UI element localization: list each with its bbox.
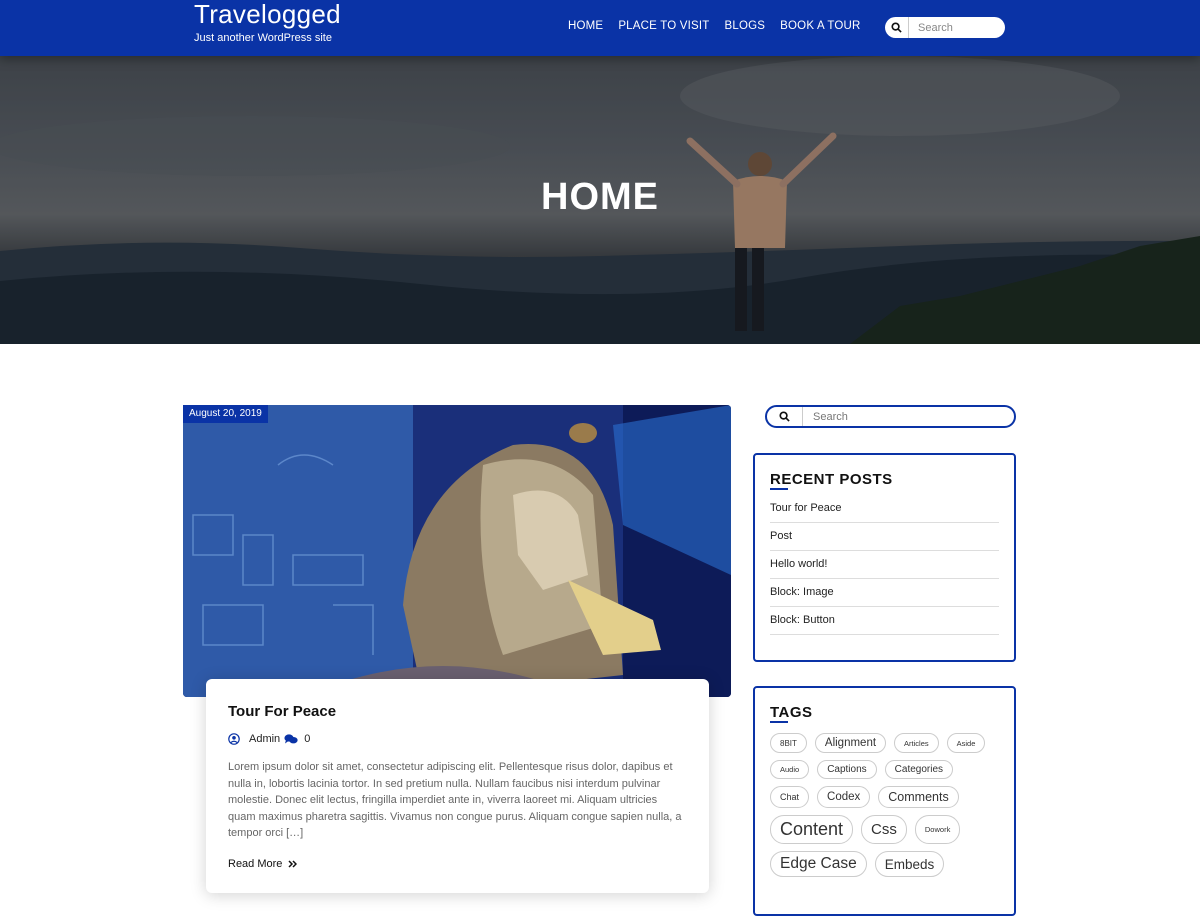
recent-post-link[interactable]: Hello world! — [770, 551, 999, 579]
page-title: HOME — [541, 176, 659, 218]
tag-link[interactable]: Edge Case — [770, 851, 867, 877]
recent-post-link[interactable]: Post — [770, 523, 999, 551]
sidebar-search — [765, 405, 1016, 428]
sphinx-statue-image — [183, 405, 731, 697]
read-more-link[interactable]: Read More — [228, 857, 298, 870]
post-date-badge[interactable]: August 20, 2019 — [183, 405, 268, 423]
tag-link[interactable]: Captions — [817, 760, 877, 779]
post-comment-count[interactable]: 0 — [304, 733, 310, 745]
post-featured-image[interactable] — [183, 405, 731, 697]
recent-post-link[interactable]: Block: Button — [770, 607, 999, 635]
post-meta: Admin 0 — [228, 733, 687, 745]
recent-post-link[interactable]: Block: Image — [770, 579, 999, 607]
tag-link[interactable]: Audio — [770, 760, 810, 779]
tag-link[interactable]: 8BIT — [770, 733, 807, 753]
comments-icon — [284, 733, 298, 745]
tags-widget: TAGS 8BIT Alignment Articles Aside Audio Capt… — [753, 686, 1016, 916]
nav-blogs[interactable]: BLOGS — [725, 20, 766, 32]
search-icon[interactable] — [767, 407, 803, 426]
tag-link[interactable]: Dowork — [914, 815, 961, 844]
recent-post-link[interactable]: Tour for Peace — [770, 496, 999, 523]
sidebar-search-input[interactable] — [803, 410, 1003, 423]
user-icon — [228, 733, 240, 745]
main-nav: HOME PLACE TO VISIT BLOGS BOOK A TOUR — [568, 20, 876, 32]
nav-home[interactable]: HOME — [568, 20, 603, 32]
tag-link[interactable]: Embeds — [874, 851, 945, 877]
tag-link[interactable]: Aside — [946, 733, 986, 753]
post-title[interactable]: Tour For Peace — [228, 703, 687, 720]
tag-cloud: 8BIT Alignment Articles Aside Audio Captions C… — [770, 733, 999, 877]
tag-link[interactable]: Content — [770, 815, 854, 844]
site-header: Travelogged Just another WordPress site … — [0, 0, 1200, 56]
header-search — [885, 17, 1005, 38]
tag-link[interactable]: Codex — [817, 786, 871, 808]
read-more-label: Read More — [228, 857, 283, 870]
hero-banner: HOME — [0, 56, 1200, 344]
post-author[interactable]: Admin — [249, 733, 280, 745]
post-card: Tour For Peace Admin 0 Lorem ipsum dolor… — [206, 679, 709, 893]
tag-link[interactable]: Chat — [770, 786, 810, 808]
tag-link[interactable]: Alignment — [814, 733, 887, 753]
site-description: Just another WordPress site — [194, 32, 332, 44]
tag-link[interactable]: Comments — [878, 786, 959, 808]
search-icon[interactable] — [885, 17, 909, 38]
post-excerpt: Lorem ipsum dolor sit amet, consectetur … — [228, 761, 682, 840]
nav-book-a-tour[interactable]: BOOK A TOUR — [780, 20, 860, 32]
tag-link[interactable]: Articles — [894, 733, 939, 753]
tag-link[interactable]: Categories — [884, 760, 954, 779]
header-search-input[interactable] — [909, 21, 999, 34]
tags-title: TAGS — [770, 704, 999, 723]
recent-posts-widget: RECENT POSTS Tour for Peace Post Hello w… — [753, 453, 1016, 662]
recent-posts-title: RECENT POSTS — [770, 471, 999, 490]
nav-place-to-visit[interactable]: PLACE TO VISIT — [618, 20, 709, 32]
double-chevron-right-icon — [288, 860, 298, 868]
site-title[interactable]: Travelogged — [194, 0, 341, 30]
tag-link[interactable]: Css — [861, 815, 907, 844]
